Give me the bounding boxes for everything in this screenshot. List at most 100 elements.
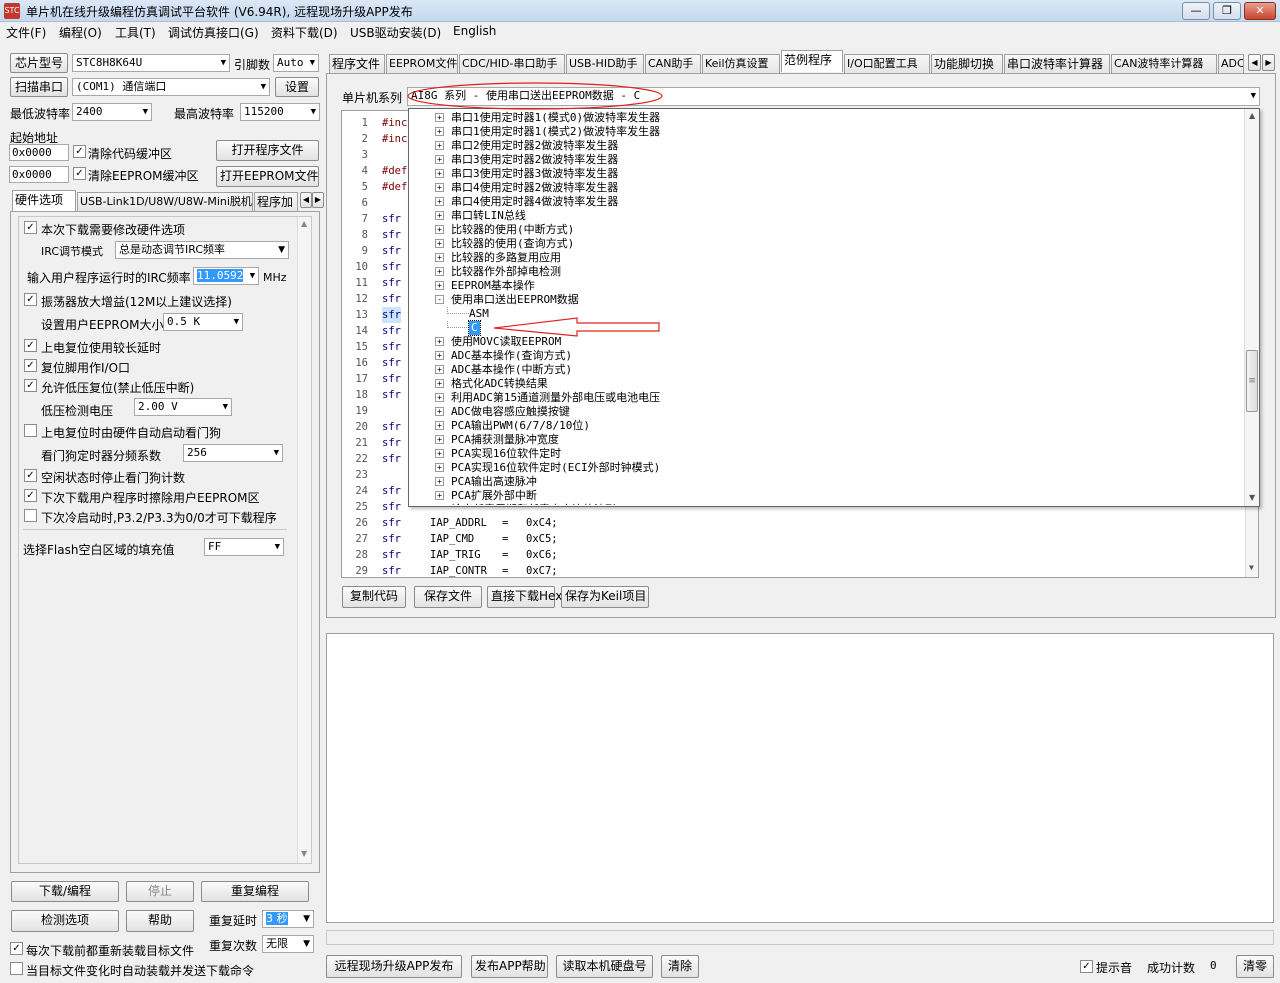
scroll-up-icon[interactable]: ▲ [1249, 111, 1255, 120]
check-options-button[interactable]: 检测选项 [11, 910, 119, 932]
expand-icon[interactable]: + [435, 211, 444, 220]
tab-keil-sim[interactable]: Keil仿真设置 [702, 54, 780, 74]
scroll-down-icon[interactable]: ▼ [1249, 493, 1255, 502]
scroll-down-icon[interactable]: ▼ [301, 849, 307, 858]
stop-button[interactable]: 停止 [126, 881, 194, 902]
publish-app-button[interactable]: 远程现场升级APP发布 [326, 955, 462, 978]
expand-icon[interactable]: + [435, 225, 444, 234]
reprogram-button[interactable]: 重复编程 [201, 881, 309, 902]
code-address-input[interactable]: 0x0000 [9, 144, 69, 161]
tab-examples[interactable]: 范例程序 [781, 50, 843, 72]
maximize-button[interactable]: ❐ [1213, 2, 1241, 20]
expand-icon[interactable]: + [435, 421, 444, 430]
minimize-button[interactable]: — [1182, 2, 1210, 20]
expand-icon[interactable]: + [435, 491, 444, 500]
output-log[interactable] [326, 633, 1274, 923]
read-disk-button[interactable]: 读取本机硬盘号 [556, 955, 653, 978]
open-program-button[interactable]: 打开程序文件 [216, 140, 319, 161]
tab-can-assistant[interactable]: CAN助手 [645, 54, 701, 74]
direct-download-hex-button[interactable]: 直接下载Hex [487, 586, 562, 608]
scan-port-button[interactable]: 扫描串口 [10, 77, 68, 97]
port-settings-button[interactable]: 设置 [275, 77, 319, 97]
scroll-down-icon[interactable]: ▼ [1249, 563, 1254, 572]
menu-download[interactable]: 资料下载(D) [271, 24, 338, 41]
download-button[interactable]: 下载/编程 [11, 881, 119, 902]
lvr-checkbox[interactable]: ✓ [24, 379, 37, 392]
expand-icon[interactable]: + [435, 127, 444, 136]
clear-button[interactable]: 清除 [661, 955, 699, 978]
tab-scroll-left-icon[interactable]: ◀ [1248, 54, 1261, 71]
beep-checkbox[interactable]: ✓ [1080, 960, 1093, 973]
eeprom-address-input[interactable]: 0x0000 [9, 166, 69, 183]
wdt-div-select[interactable]: 256 ▼ [183, 444, 283, 462]
min-baud-select[interactable]: 2400 ▼ [72, 103, 152, 121]
chip-model-button[interactable]: 芯片型号 [10, 53, 68, 73]
open-eeprom-button[interactable]: 打开EEPROM文件 [216, 166, 319, 187]
reset-count-button[interactable]: 清零 [1236, 955, 1274, 978]
reset-io-checkbox[interactable]: ✓ [24, 359, 37, 372]
tab-io-config[interactable]: I/O口配置工具 [844, 54, 930, 74]
expand-icon[interactable]: + [435, 379, 444, 388]
expand-icon[interactable]: + [435, 435, 444, 444]
scroll-up-icon[interactable]: ▲ [301, 219, 307, 228]
tab-hardware-options[interactable]: 硬件选项 [12, 190, 76, 212]
tab-usb-link[interactable]: USB-Link1D/U8W/U8W-Mini脱机 [77, 192, 253, 212]
expand-icon[interactable]: + [435, 393, 444, 402]
irc-mode-select[interactable]: 总是动态调节IRC频率 ▼ [115, 241, 289, 259]
expand-icon[interactable]: + [435, 239, 444, 248]
expand-icon[interactable]: + [435, 141, 444, 150]
tab-usb-hid[interactable]: USB-HID助手 [566, 54, 644, 74]
expand-icon[interactable]: + [435, 253, 444, 262]
expand-icon[interactable]: + [435, 351, 444, 360]
help-button[interactable]: 帮助 [126, 910, 194, 932]
close-button[interactable]: ✕ [1244, 2, 1276, 20]
max-baud-select[interactable]: 115200 ▼ [240, 103, 320, 121]
tab-cdc-hid-serial[interactable]: CDC/HID-串口助手 [459, 54, 565, 74]
copy-code-button[interactable]: 复制代码 [342, 586, 406, 608]
long-delay-checkbox[interactable]: ✓ [24, 339, 37, 352]
p32-checkbox[interactable] [24, 509, 37, 522]
expand-icon[interactable]: + [435, 183, 444, 192]
tab-scroll-right-icon[interactable]: ▶ [1262, 54, 1275, 71]
expand-icon[interactable]: + [435, 477, 444, 486]
expand-icon[interactable]: + [435, 281, 444, 290]
expand-icon[interactable]: + [435, 197, 444, 206]
tab-scroll-right-icon[interactable]: ▶ [312, 192, 324, 208]
series-select[interactable]: AI8G 系列 - 使用串口送出EEPROM数据 - C ▼ [407, 87, 1260, 106]
erase-eeprom-checkbox[interactable]: ✓ [24, 489, 37, 502]
clear-code-checkbox[interactable]: ✓ [73, 145, 86, 158]
publish-help-button[interactable]: 发布APP帮助 [471, 955, 548, 978]
expand-icon[interactable]: + [435, 365, 444, 374]
auto-wdt-checkbox[interactable] [24, 424, 37, 437]
expand-icon[interactable]: + [435, 407, 444, 416]
menu-english[interactable]: English [453, 24, 496, 38]
tab-can-baud-calc[interactable]: CAN波特率计算器 [1111, 54, 1217, 74]
tab-eeprom-file[interactable]: EEPROM文件 [386, 54, 458, 74]
expand-icon[interactable]: + [435, 463, 444, 472]
menu-usb-driver[interactable]: USB驱动安装(D) [350, 24, 441, 41]
irc-freq-select[interactable]: 11.0592 ▼ [193, 267, 259, 285]
expand-icon[interactable]: + [435, 169, 444, 178]
repeat-count-select[interactable]: 无限 ▼ [262, 935, 314, 953]
tab-program-add[interactable]: 程序加 [254, 192, 298, 212]
save-file-button[interactable]: 保存文件 [414, 586, 482, 608]
tab-pin-switch[interactable]: 功能脚切换 [931, 54, 1003, 74]
reload-each-checkbox[interactable]: ✓ [10, 942, 23, 955]
osc-gain-checkbox[interactable]: ✓ [24, 293, 37, 306]
tab-adc[interactable]: ADC [1218, 54, 1244, 74]
tree-scroll-thumb[interactable]: ≡ [1246, 350, 1258, 412]
tab-uart-baud-calc[interactable]: 串口波特率计算器 [1004, 54, 1110, 74]
chip-model-select[interactable]: STC8H8K64U ▼ [72, 54, 230, 72]
expand-icon[interactable]: + [435, 113, 444, 122]
menu-debug[interactable]: 调试仿真接口(G) [168, 24, 259, 41]
example-tree-dropdown[interactable]: + 串口1使用定时器1(模式0)做波特率发生器 + 串口1使用定时器1(模式2)做波特… [408, 108, 1260, 507]
pins-select[interactable]: Auto ▼ [273, 54, 319, 72]
repeat-delay-select[interactable]: 3 秒 ▼ [262, 910, 314, 928]
eeprom-size-select[interactable]: 0.5 K ▼ [163, 313, 243, 331]
options-scrollbar[interactable]: ▲ ▼ [297, 217, 311, 863]
save-keil-project-button[interactable]: 保存为Keil项目 [561, 586, 649, 608]
idle-wdt-checkbox[interactable]: ✓ [24, 469, 37, 482]
expand-icon[interactable]: + [435, 449, 444, 458]
menu-file[interactable]: 文件(F) [6, 24, 46, 41]
collapse-icon[interactable]: - [435, 295, 444, 304]
